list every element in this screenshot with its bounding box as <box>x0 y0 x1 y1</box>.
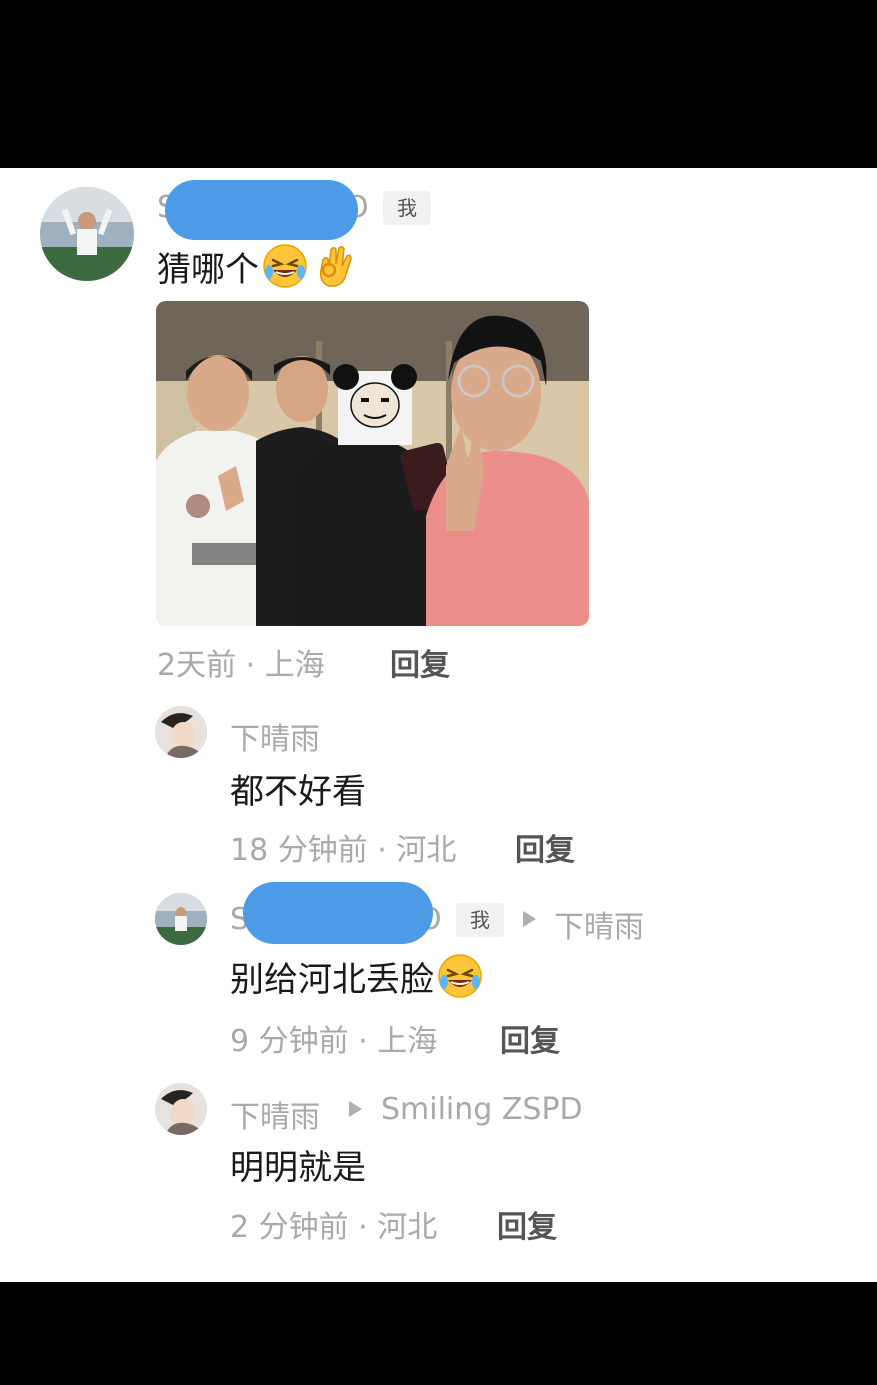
reply-button[interactable]: 回复 <box>390 640 450 684</box>
reply-button[interactable]: 回复 <box>515 825 575 869</box>
ok-hand-emoji <box>311 242 359 290</box>
reply-text-label: 别给河北丢脸 <box>230 959 434 1000</box>
rofl-emoji <box>261 242 309 290</box>
reply-target[interactable]: Smiling ZSPD <box>381 1092 583 1127</box>
me-badge: 我 <box>456 903 504 937</box>
reply-time-location: 2 分钟前 · 河北 <box>230 1210 438 1245</box>
reply-target[interactable]: 下晴雨 <box>554 902 644 946</box>
bottom-black-bar <box>0 1282 877 1385</box>
attached-photo[interactable] <box>156 301 589 626</box>
reply-text-label: 都不好看 <box>230 771 366 812</box>
avatar[interactable] <box>155 893 207 945</box>
avatar[interactable] <box>40 187 134 281</box>
reply-button[interactable]: 回复 <box>500 1016 560 1060</box>
reply-author[interactable]: 下晴雨 <box>230 714 320 758</box>
reply-to-arrow-icon <box>523 911 536 927</box>
name-redaction <box>165 180 358 240</box>
reply-author[interactable]: 下晴雨 <box>230 1092 320 1136</box>
reply-time-location: 18 分钟前 · 河北 <box>230 833 457 868</box>
comment-text-label: 猜哪个 <box>157 249 259 290</box>
reply-time-location: 9 分钟前 · 上海 <box>230 1024 438 1059</box>
avatar[interactable] <box>155 1083 207 1135</box>
reply-to-arrow-icon <box>349 1101 362 1117</box>
rofl-emoji <box>436 952 484 1000</box>
avatar[interactable] <box>155 706 207 758</box>
comment-text: 猜哪个 <box>157 240 359 292</box>
top-black-bar <box>0 0 877 168</box>
reply-text: 明明就是 <box>230 1138 366 1190</box>
reply-text-label: 明明就是 <box>230 1147 366 1188</box>
comment-time-location: 2天前 · 上海 <box>157 648 325 683</box>
reply-text: 都不好看 <box>230 762 366 814</box>
reply-text: 别给河北丢脸 <box>230 950 484 1002</box>
name-redaction <box>243 882 433 944</box>
reply-button[interactable]: 回复 <box>497 1202 557 1246</box>
me-badge: 我 <box>383 191 431 225</box>
